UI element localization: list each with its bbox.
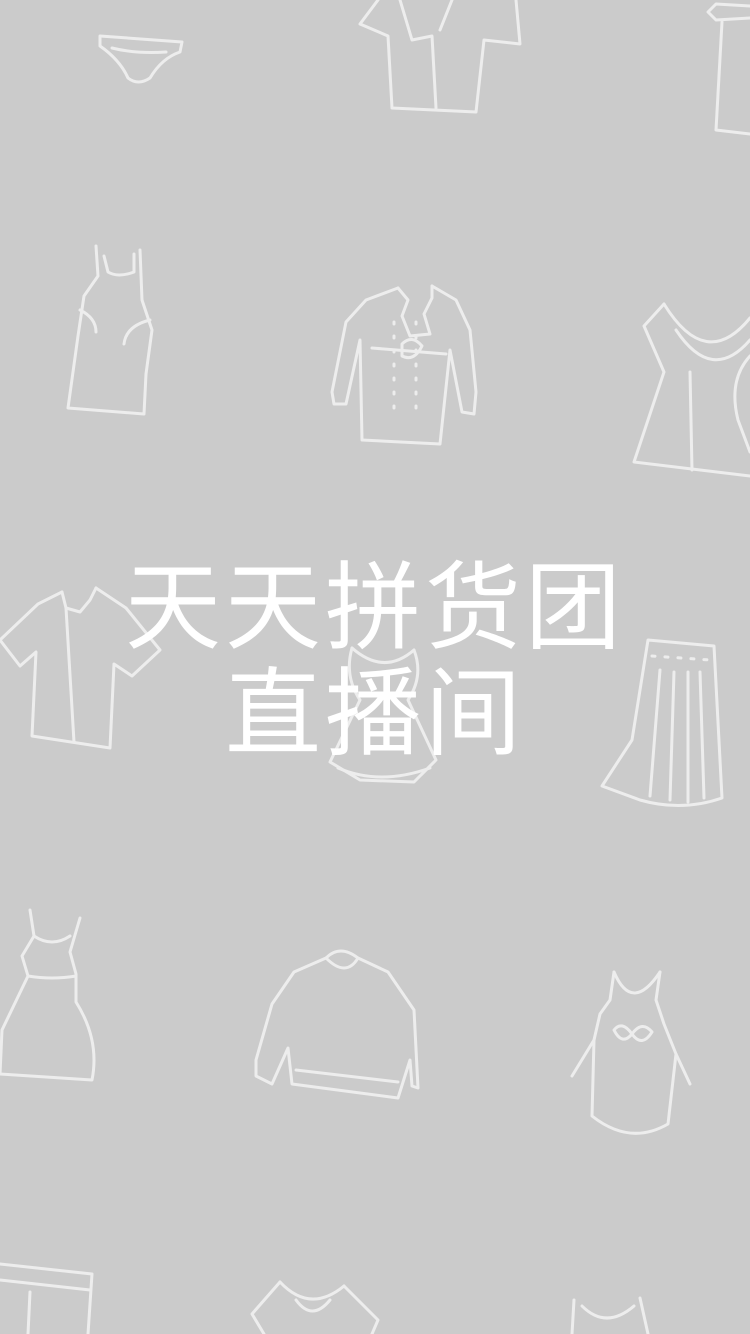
title-line-2: 直播间 [225,658,525,770]
title-line-1: 天天拼货团 [125,552,625,664]
splash-screen: 天天拼货团 直播间 [0,0,750,1334]
splash-title: 天天拼货团 直播间 [0,555,750,767]
